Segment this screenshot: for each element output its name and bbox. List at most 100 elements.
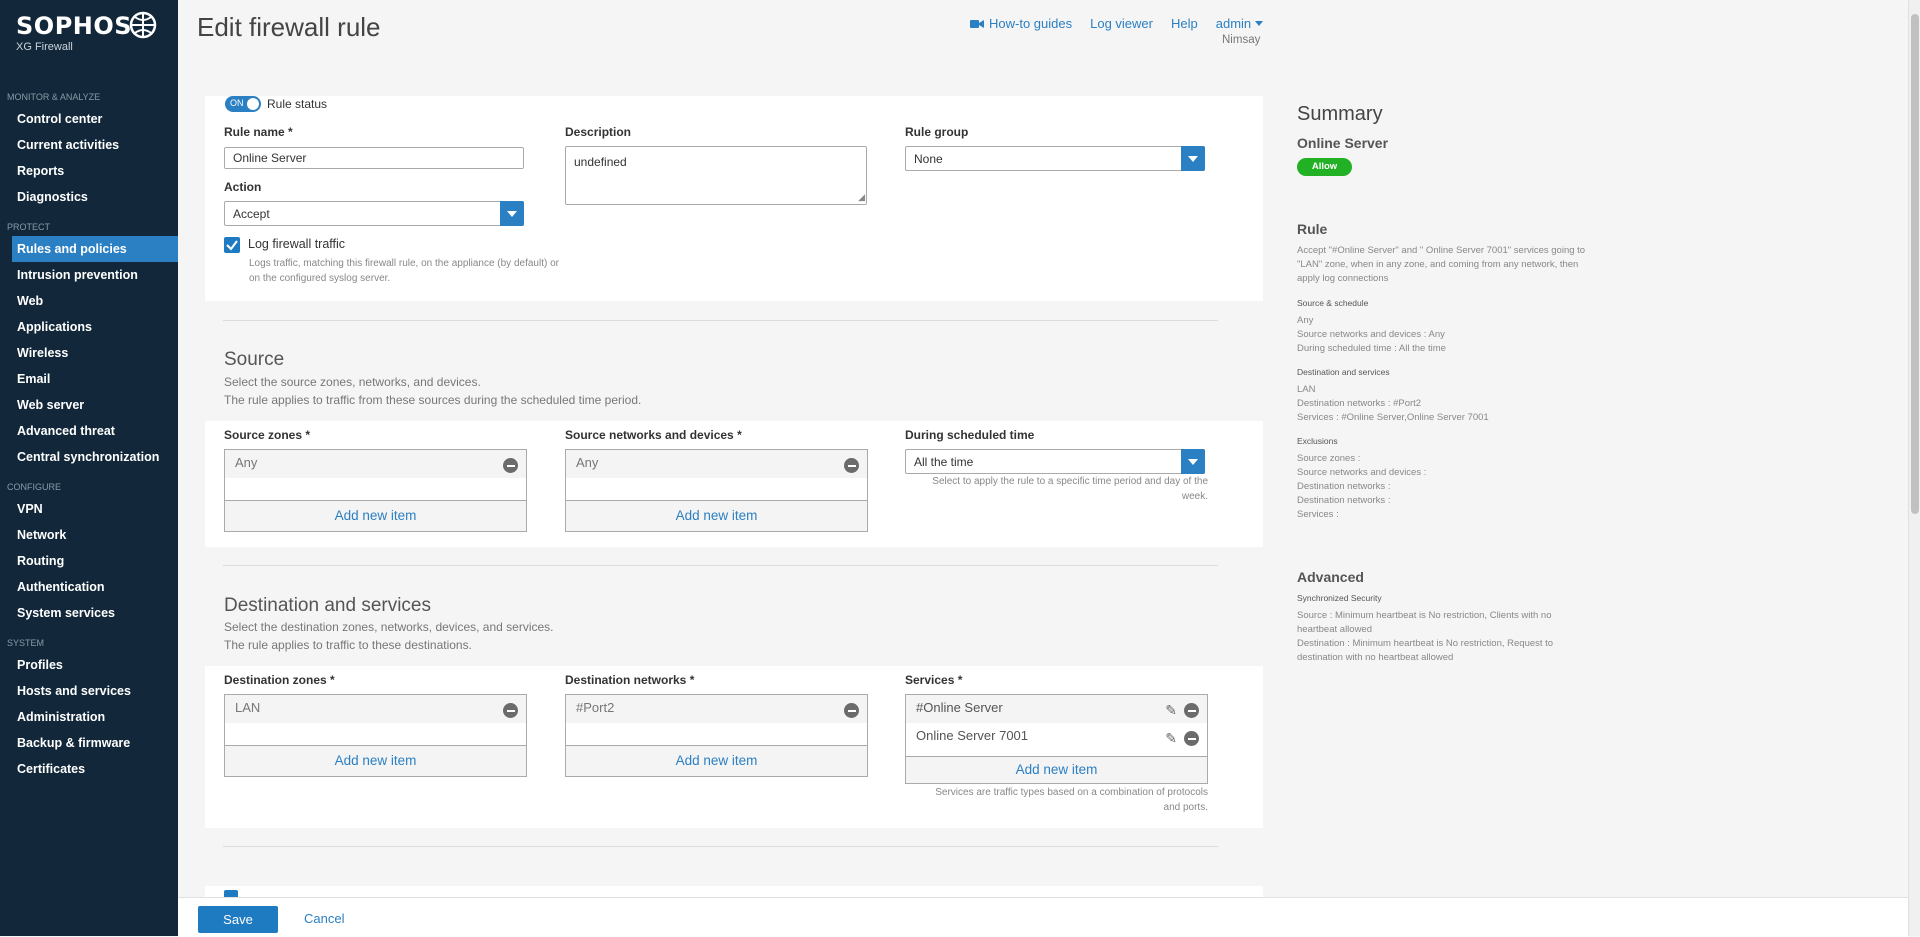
- help-link[interactable]: Help: [1171, 16, 1198, 31]
- sidebar-item-rules-and-policies[interactable]: Rules and policies: [12, 236, 178, 262]
- schedule-label: During scheduled time: [905, 428, 1035, 442]
- sidebar-item-control-center[interactable]: Control center: [0, 106, 178, 132]
- rule-status-toggle[interactable]: ON: [225, 96, 261, 112]
- partial-checkbox[interactable]: [224, 890, 238, 897]
- destination-description: Select the destination zones, networks, …: [224, 618, 554, 654]
- rule-group-select[interactable]: None: [905, 146, 1205, 171]
- service-value: #Online Server: [916, 700, 1003, 715]
- summary-title: Summary: [1297, 103, 1383, 125]
- how-to-guides-link[interactable]: How-to guides: [970, 16, 1072, 31]
- description-label: Description: [565, 125, 632, 139]
- sidebar-item-intrusion-prevention[interactable]: Intrusion prevention: [0, 262, 178, 288]
- summary-destination-heading: Destination and services: [1297, 367, 1390, 377]
- video-camera-icon: [970, 19, 984, 28]
- sidebar-item-advanced-threat[interactable]: Advanced threat: [0, 418, 178, 444]
- remove-icon[interactable]: [503, 458, 518, 473]
- summary-rule-name: Online Server: [1297, 135, 1389, 151]
- destination-section-title: Destination and services: [224, 595, 431, 616]
- schedule-dropdown-button[interactable]: [1181, 449, 1205, 474]
- log-viewer-link[interactable]: Log viewer: [1090, 16, 1153, 31]
- nav-section-heading: MONITOR & ANALYZE: [7, 92, 101, 102]
- sidebar-item-reports[interactable]: Reports: [0, 158, 178, 184]
- summary-line: Source networks and devices :: [1297, 467, 1427, 478]
- sidebar-item-central-synchronization[interactable]: Central synchronization: [0, 444, 178, 470]
- nav-section-heading: PROTECT: [7, 222, 51, 232]
- destination-desc-line-1: Select the destination zones, networks, …: [224, 620, 554, 634]
- sidebar-item-network[interactable]: Network: [0, 522, 178, 548]
- toggle-on-label: ON: [230, 98, 244, 108]
- save-button[interactable]: Save: [198, 906, 278, 933]
- add-destination-network-button[interactable]: Add new item: [566, 745, 867, 776]
- remove-icon[interactable]: [1184, 731, 1199, 746]
- status-badge: Allow: [1297, 158, 1352, 176]
- edit-pencil-icon[interactable]: ✎: [1165, 701, 1177, 719]
- edit-pencil-icon[interactable]: ✎: [1165, 729, 1177, 747]
- remove-icon[interactable]: [1184, 703, 1199, 718]
- log-traffic-checkbox[interactable]: [224, 237, 240, 253]
- action-value: Accept: [233, 207, 270, 221]
- add-source-network-button[interactable]: Add new item: [566, 500, 867, 531]
- sidebar-item-email[interactable]: Email: [0, 366, 178, 392]
- remove-icon[interactable]: [844, 458, 859, 473]
- caret-down-icon: [1188, 458, 1198, 465]
- sidebar-item-routing[interactable]: Routing: [0, 548, 178, 574]
- page-title: Edit firewall rule: [197, 12, 381, 42]
- remove-icon[interactable]: [503, 703, 518, 718]
- source-zones-list: Any Add new item: [224, 449, 527, 532]
- sidebar-item-backup-firmware[interactable]: Backup & firmware: [0, 730, 178, 756]
- remove-icon[interactable]: [844, 703, 859, 718]
- destination-networks-list: #Port2 Add new item: [565, 694, 868, 777]
- schedule-select[interactable]: All the time: [905, 449, 1205, 474]
- source-section-title: Source: [224, 349, 285, 370]
- sidebar-item-authentication[interactable]: Authentication: [0, 574, 178, 600]
- description-textarea[interactable]: undefined ◢: [565, 146, 867, 205]
- summary-line: Services : #Online Server,Online Server …: [1297, 412, 1489, 423]
- add-source-zone-button[interactable]: Add new item: [225, 500, 526, 531]
- source-desc-line-2: The rule applies to traffic from these s…: [224, 393, 642, 407]
- action-label: Action: [224, 180, 262, 194]
- destination-zone-value: LAN: [235, 700, 261, 715]
- summary-line: LAN: [1297, 384, 1316, 395]
- list-item: LAN: [225, 695, 526, 723]
- sidebar-item-applications[interactable]: Applications: [0, 314, 178, 340]
- nav-section-heading: SYSTEM: [7, 638, 45, 648]
- destination-desc-line-2: The rule applies to traffic to these des…: [224, 638, 472, 652]
- action-dropdown-button[interactable]: [500, 201, 524, 226]
- sidebar-item-profiles[interactable]: Profiles: [0, 652, 178, 678]
- scrollbar-thumb[interactable]: [1911, 14, 1919, 514]
- divider: [223, 846, 1218, 847]
- caret-down-icon: [507, 210, 517, 217]
- sidebar-item-wireless[interactable]: Wireless: [0, 340, 178, 366]
- sidebar-item-diagnostics[interactable]: Diagnostics: [0, 184, 178, 210]
- summary-sync-heading: Synchronized Security: [1297, 593, 1382, 603]
- services-label: Services *: [905, 673, 963, 687]
- sidebar-item-web-server[interactable]: Web server: [0, 392, 178, 418]
- source-networks-list: Any Add new item: [565, 449, 868, 532]
- rule-name-input[interactable]: [224, 147, 524, 169]
- schedule-value: All the time: [914, 455, 974, 469]
- sidebar-item-administration[interactable]: Administration: [0, 704, 178, 730]
- sidebar-item-system-services[interactable]: System services: [0, 600, 178, 626]
- source-networks-label: Source networks and devices *: [565, 428, 742, 442]
- cancel-button[interactable]: Cancel: [304, 911, 344, 926]
- brand[interactable]: SOPHOS XG Firewall: [16, 12, 132, 53]
- add-service-button[interactable]: Add new item: [906, 756, 1207, 783]
- scrollbar[interactable]: [1908, 0, 1920, 936]
- list-item: #Port2: [566, 695, 867, 723]
- user-menu[interactable]: admin: [1215, 16, 1264, 31]
- add-destination-zone-button[interactable]: Add new item: [225, 745, 526, 776]
- action-select[interactable]: Accept: [224, 201, 524, 226]
- user-name: admin: [1215, 16, 1252, 31]
- sidebar-item-hosts-and-services[interactable]: Hosts and services: [0, 678, 178, 704]
- summary-source-lines: Any Source networks and devices : Any Du…: [1297, 314, 1446, 356]
- user-subtitle: Nimsay: [1222, 34, 1261, 46]
- sidebar-item-web[interactable]: Web: [0, 288, 178, 314]
- brand-name: SOPHOS: [16, 12, 133, 40]
- list-item: Any: [566, 450, 867, 478]
- sidebar-item-current-activities[interactable]: Current activities: [0, 132, 178, 158]
- sidebar-item-vpn[interactable]: VPN: [0, 496, 178, 522]
- brand-product: XG Firewall: [16, 41, 73, 53]
- footer-bar: Save Cancel: [178, 897, 1908, 937]
- sidebar-item-certificates[interactable]: Certificates: [0, 756, 178, 782]
- rule-group-dropdown-button[interactable]: [1181, 146, 1205, 171]
